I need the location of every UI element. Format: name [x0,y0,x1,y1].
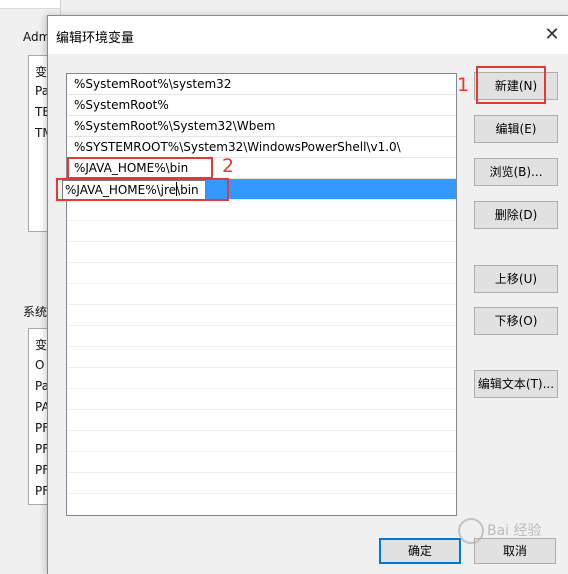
background-row: 变 [35,338,48,352]
empty-row [67,431,456,452]
path-item[interactable]: %SystemRoot%\System32\Wbem [67,116,456,137]
background-row: 变 [35,65,48,79]
highlight-jre-bin [56,178,229,201]
empty-row [67,200,456,221]
ok-button[interactable]: 确定 [379,538,461,564]
empty-row [67,326,456,347]
delete-button[interactable]: 删除(D) [474,201,558,229]
background-system-label: 系统 [23,305,48,319]
background-row: O [35,358,45,372]
dialog-titlebar[interactable]: 编辑环境变量 ✕ [48,16,568,54]
empty-row [67,473,456,494]
empty-row [67,242,456,263]
close-icon[interactable]: ✕ [541,24,563,46]
empty-row [67,410,456,431]
watermark-text: Bai 经验 [487,523,542,539]
highlight-java-bin [67,157,213,179]
baidu-paw-icon [458,518,484,544]
highlight-new-button [476,66,546,104]
dialog-title: 编辑环境变量 [56,31,135,46]
path-item[interactable]: %SystemRoot% [67,95,456,116]
edit-text-button[interactable]: 编辑文本(T)... [474,370,558,398]
empty-row [67,389,456,410]
annotation-2: 2 [222,155,235,177]
empty-row [67,221,456,242]
empty-row [67,263,456,284]
annotation-1: 1 [457,74,470,96]
edit-button[interactable]: 编辑(E) [474,115,558,143]
empty-row [67,368,456,389]
path-item[interactable]: %SystemRoot%\system32 [67,74,456,95]
empty-row [67,305,456,326]
empty-row [67,347,456,368]
empty-row [67,452,456,473]
watermark: Bai 经验 [455,518,542,544]
browse-button[interactable]: 浏览(B)... [474,158,558,186]
move-down-button[interactable]: 下移(O) [474,307,558,335]
path-item[interactable]: %SYSTEMROOT%\System32\WindowsPowerShell\… [67,137,456,158]
background-window-topbar [0,0,60,9]
path-list[interactable]: %SystemRoot%\system32 %SystemRoot% %Syst… [62,73,457,516]
empty-row [67,284,456,305]
move-up-button[interactable]: 上移(U) [474,265,558,293]
